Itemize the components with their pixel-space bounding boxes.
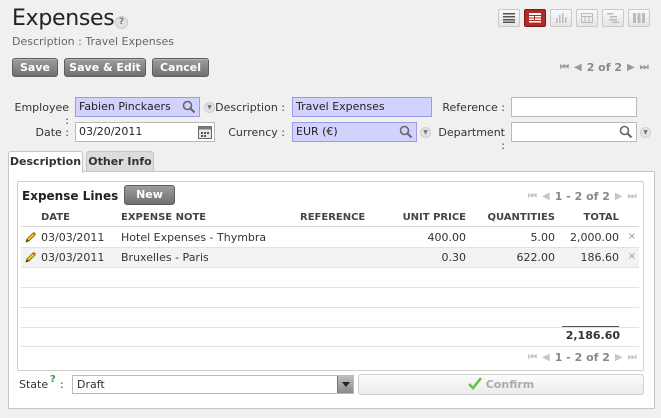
column-header-reference[interactable]: REFERENCE — [300, 212, 365, 223]
employee-dropdown-icon[interactable]: ▼ — [204, 102, 215, 113]
last-record-icon[interactable]: ⏭ — [640, 62, 649, 73]
lines-pager-text: 1 - 2 of 2 — [554, 351, 610, 364]
tab-description[interactable]: Description — [8, 151, 83, 173]
state-label-text: State — [19, 378, 49, 391]
state-value: Draft — [77, 378, 105, 391]
total-divider — [562, 326, 619, 327]
confirm-label: Confirm — [485, 378, 535, 391]
table-row[interactable]: 03/03/2011 Bruxelles - Paris 0.30 622.00… — [21, 248, 639, 268]
empty-row — [21, 268, 639, 288]
reference-field[interactable] — [511, 97, 637, 117]
lines-pager-text: 1 - 2 of 2 — [554, 190, 610, 203]
state-colon: : — [60, 378, 64, 391]
first-page-icon[interactable]: ⏮ — [528, 352, 537, 363]
column-header-unit-price[interactable]: UNIT PRICE — [380, 212, 466, 223]
employee-label: Employee : — [14, 101, 69, 127]
department-label: Department : — [438, 126, 505, 152]
search-icon[interactable] — [619, 125, 633, 139]
reference-label: Reference : — [442, 101, 505, 114]
footer-divider — [21, 346, 639, 347]
state-label: State — [19, 378, 48, 391]
expense-lines-title: Expense Lines — [22, 189, 119, 203]
checkmark-icon — [467, 377, 482, 390]
record-pager: ⏮ ◀ 2 of 2 ▶ ⏭ — [560, 61, 649, 74]
record-subtitle: Description : Travel Expenses — [12, 35, 174, 48]
date-label: Date : — [35, 126, 70, 139]
currency-label: Currency : — [228, 126, 285, 139]
search-icon[interactable] — [182, 100, 196, 114]
column-header-expense-note[interactable]: EXPENSE NOTE — [121, 212, 206, 223]
edit-pencil-icon[interactable] — [24, 231, 37, 244]
help-icon[interactable]: ? — [115, 16, 128, 29]
currency-value: EUR (€) — [296, 125, 338, 138]
empty-row — [21, 288, 639, 308]
date-field[interactable]: 03/20/2011 — [75, 122, 215, 142]
lines-pager-top: ⏮ ◀ 1 - 2 of 2 ▶ ⏭ — [528, 190, 637, 203]
gantt-view-icon[interactable] — [602, 9, 624, 27]
list-view-icon[interactable] — [498, 9, 520, 27]
table-row[interactable]: 03/03/2011 Hotel Expenses - Thymbra 400.… — [21, 228, 639, 248]
view-switcher — [498, 9, 650, 27]
description-field[interactable]: Travel Expenses — [292, 97, 432, 117]
save-edit-button[interactable]: Save & Edit — [64, 58, 146, 77]
column-header-quantities[interactable]: QUANTITIES — [470, 212, 555, 223]
confirm-button[interactable]: Confirm — [358, 374, 644, 395]
search-icon[interactable] — [399, 125, 413, 139]
calendar-icon[interactable] — [198, 125, 212, 139]
currency-field[interactable]: EUR (€) — [292, 122, 417, 142]
edit-pencil-icon[interactable] — [24, 251, 37, 264]
column-header-total[interactable]: TOTAL — [560, 212, 619, 223]
state-select[interactable]: Draft — [72, 375, 354, 394]
delete-row-icon[interactable]: × — [628, 251, 636, 262]
next-page-icon[interactable]: ▶ — [615, 352, 623, 363]
next-record-icon[interactable]: ▶ — [627, 62, 635, 73]
grand-total: 2,186.60 — [565, 329, 620, 342]
cell-date: 03/03/2011 — [41, 231, 105, 244]
cell-expense-note: Hotel Expenses - Thymbra — [121, 231, 267, 244]
state-help-icon[interactable]: ? — [50, 374, 56, 385]
cell-quantity: 622.00 — [516, 251, 556, 264]
calendar-view-icon[interactable] — [576, 9, 598, 27]
cell-unit-price: 400.00 — [427, 231, 467, 244]
first-record-icon[interactable]: ⏮ — [560, 62, 569, 73]
cell-date: 03/03/2011 — [41, 251, 105, 264]
employee-field[interactable]: Fabien Pinckaers — [75, 97, 200, 117]
department-dropdown-icon[interactable]: ▼ — [640, 127, 651, 138]
new-line-button[interactable]: New — [124, 185, 175, 205]
prev-page-icon[interactable]: ◀ — [542, 352, 550, 363]
record-pager-text: 2 of 2 — [586, 61, 623, 74]
header-divider — [21, 226, 639, 227]
tab-other-info[interactable]: Other Info — [86, 151, 154, 172]
cell-expense-note: Bruxelles - Paris — [121, 251, 209, 264]
delete-row-icon[interactable]: × — [628, 231, 636, 242]
cell-total: 186.60 — [580, 251, 620, 264]
cancel-button[interactable]: Cancel — [152, 58, 209, 77]
description-label: Description : — [215, 101, 285, 114]
lines-pager-bottom: ⏮ ◀ 1 - 2 of 2 ▶ ⏭ — [528, 351, 637, 364]
date-value: 03/20/2011 — [79, 125, 143, 138]
state-dropdown-icon[interactable] — [337, 376, 353, 393]
last-page-icon[interactable]: ⏭ — [628, 352, 637, 363]
empty-row — [21, 308, 639, 328]
last-page-icon[interactable]: ⏭ — [628, 191, 637, 202]
graph-view-icon[interactable] — [550, 9, 572, 27]
form-view-icon[interactable] — [524, 9, 546, 27]
first-page-icon[interactable]: ⏮ — [528, 191, 537, 202]
prev-page-icon[interactable]: ◀ — [542, 191, 550, 202]
employee-value: Fabien Pinckaers — [79, 100, 171, 113]
cell-quantity: 5.00 — [530, 231, 556, 244]
cell-total: 2,000.00 — [570, 231, 619, 244]
prev-record-icon[interactable]: ◀ — [574, 62, 582, 73]
save-button[interactable]: Save — [12, 58, 58, 77]
next-page-icon[interactable]: ▶ — [615, 191, 623, 202]
department-field[interactable] — [511, 122, 637, 142]
kanban-view-icon[interactable] — [628, 9, 650, 27]
currency-dropdown-icon[interactable]: ▼ — [420, 127, 431, 138]
column-header-date[interactable]: DATE — [41, 212, 70, 223]
page-title: Expenses — [12, 6, 115, 31]
cell-unit-price: 0.30 — [441, 251, 467, 264]
